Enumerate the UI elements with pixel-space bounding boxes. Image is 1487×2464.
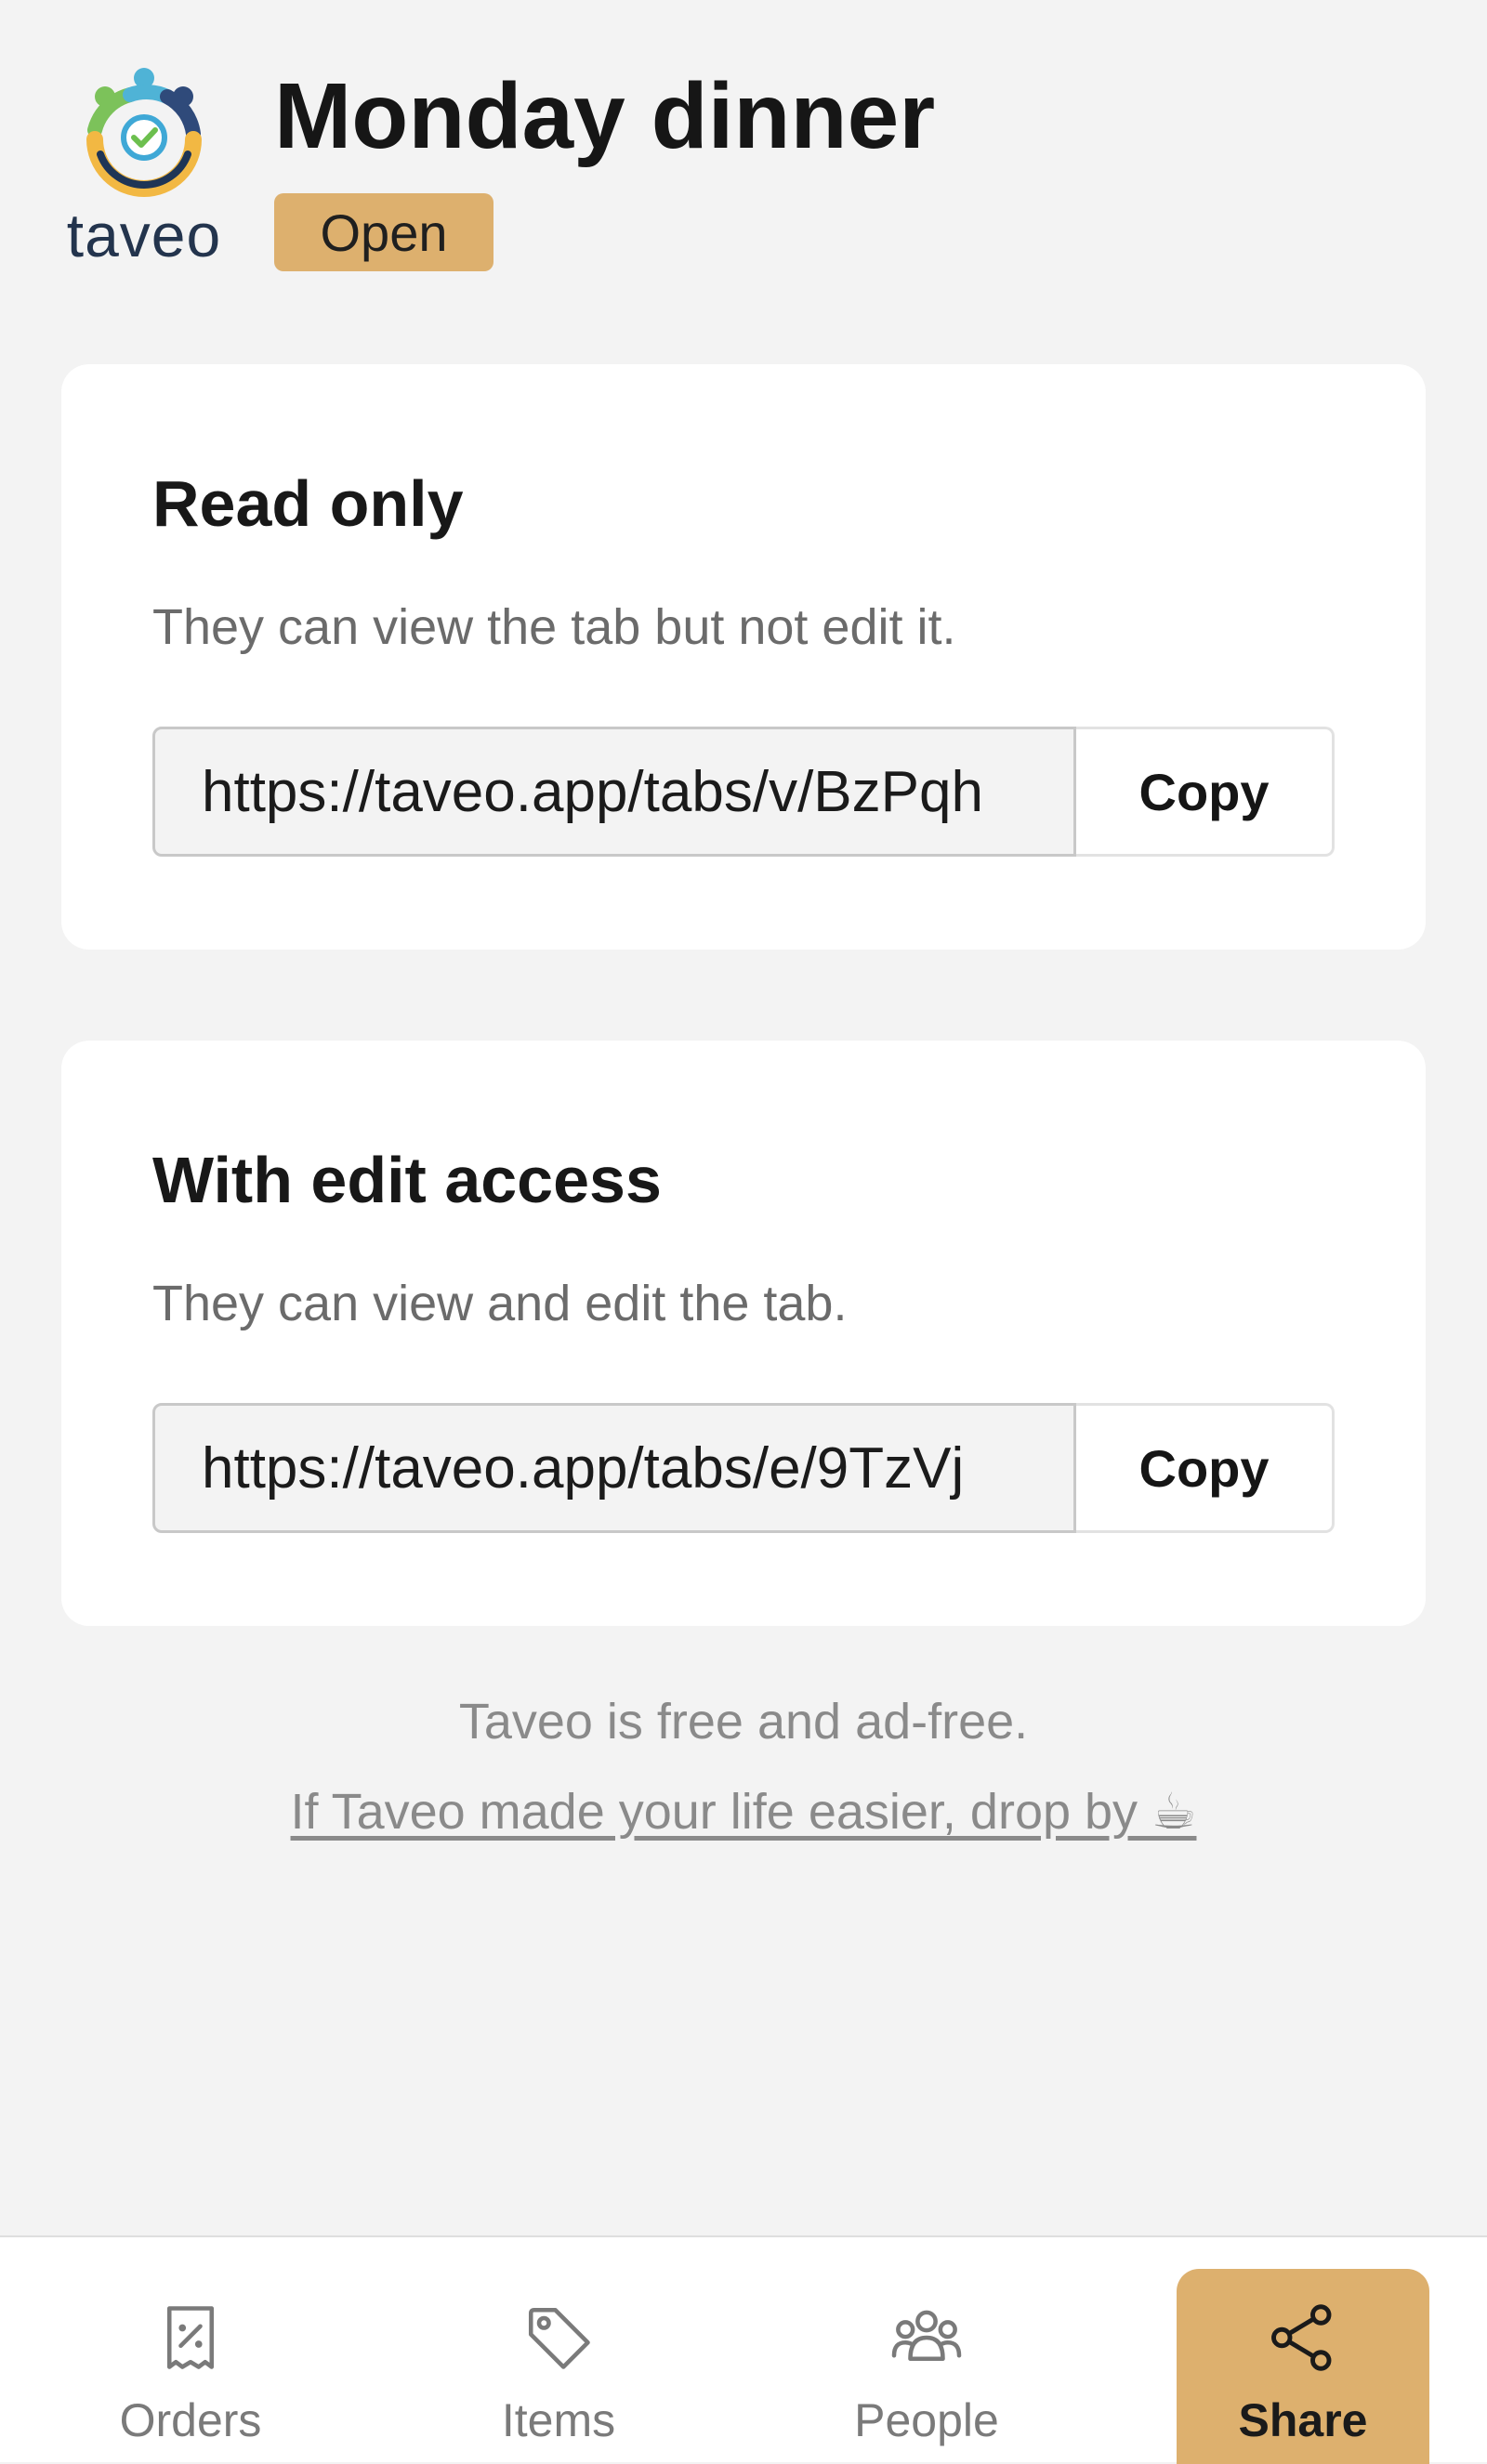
edit-access-link-row: Copy [152, 1403, 1335, 1533]
logo-wordmark: taveo [66, 201, 222, 269]
nav-item-share[interactable]: Share [1177, 2269, 1429, 2464]
support-link-wrapper: If Taveo made your life easier, drop by … [0, 1782, 1487, 1841]
support-link[interactable]: If Taveo made your life easier, drop by … [291, 1784, 1197, 1840]
free-note: Taveo is free and ad-free. [458, 1694, 1029, 1750]
share-icon [1271, 2304, 1332, 2371]
read-only-card: Read only They can view the tab but not … [61, 364, 1426, 950]
read-only-copy-button[interactable]: Copy [1076, 727, 1335, 857]
read-only-link-input[interactable] [152, 727, 1076, 857]
edit-access-link-input[interactable] [152, 1403, 1076, 1533]
read-only-title: Read only [152, 467, 464, 540]
edit-access-card: With edit access They can view and edit … [61, 1041, 1426, 1626]
read-only-description: They can view the tab but not edit it. [152, 599, 956, 655]
read-only-link-row: Copy [152, 727, 1335, 857]
nav-label-orders: Orders [119, 2394, 262, 2446]
logo-mark-icon [86, 68, 202, 197]
nav-item-orders[interactable]: Orders [65, 2269, 316, 2464]
nav-item-items[interactable]: Items [433, 2269, 684, 2464]
tag-icon [528, 2307, 590, 2369]
status-badge: Open [274, 193, 493, 271]
people-icon [891, 2310, 962, 2362]
edit-access-copy-button[interactable]: Copy [1076, 1403, 1335, 1533]
nav-label-share: Share [1238, 2394, 1368, 2446]
bottom-nav: Orders Items People Share [0, 2235, 1487, 2464]
page-header: taveo Monday dinner Open [0, 0, 1487, 316]
page-title: Monday dinner [274, 64, 936, 168]
receipt-percent-icon [166, 2306, 215, 2369]
nav-label-items: Items [501, 2394, 616, 2446]
edit-access-description: They can view and edit the tab. [152, 1276, 848, 1331]
nav-label-people: People [854, 2394, 999, 2446]
edit-access-title: With edit access [152, 1144, 662, 1216]
taveo-logo[interactable]: taveo [56, 65, 232, 269]
nav-item-people[interactable]: People [801, 2269, 1052, 2464]
